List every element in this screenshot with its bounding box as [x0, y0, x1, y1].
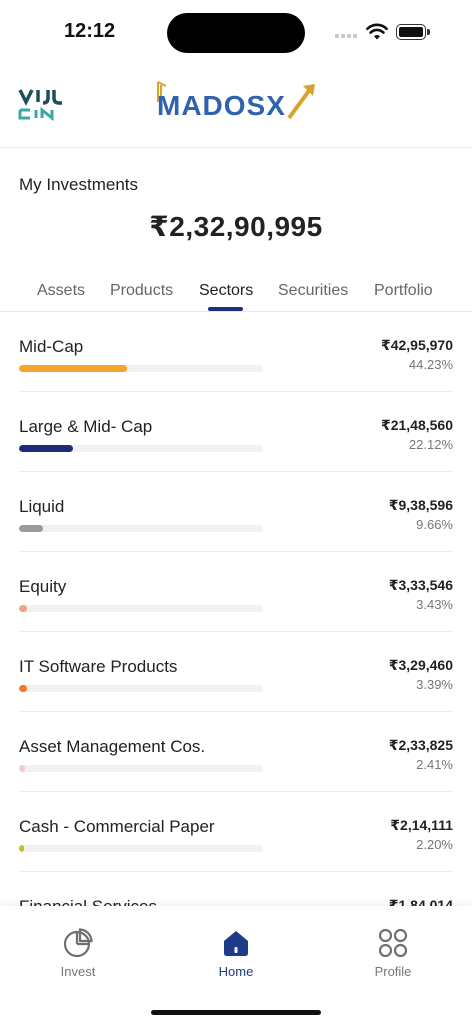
sector-name: Cash - Commercial Paper: [19, 817, 215, 836]
sector-name: Equity: [19, 577, 67, 596]
tab-assets[interactable]: Assets: [37, 282, 85, 300]
nav-profile-label: Profile: [374, 964, 412, 979]
active-tab-indicator: [208, 307, 243, 311]
home-indicator: [151, 1010, 321, 1015]
sector-percent: 2.20%: [416, 837, 453, 852]
battery-icon: [396, 24, 430, 40]
sector-bar-fill: [19, 605, 27, 612]
vijfin-logo: [18, 89, 62, 122]
sector-row[interactable]: Cash - Commercial Paper ₹2,14,111 2.20%: [19, 792, 453, 872]
sector-list: Mid-Cap ₹42,95,970 44.23% Large & Mid- C…: [0, 312, 472, 906]
sector-bar-track: [19, 765, 263, 772]
sector-bar-fill: [19, 685, 27, 692]
tab-bar: Assets Products Sectors Securities Portf…: [0, 278, 472, 312]
sector-bar-track: [19, 685, 263, 692]
brand-header: MADOSX: [0, 62, 472, 148]
wifi-icon: [366, 23, 388, 40]
sector-amount: ₹3,33,546: [388, 577, 453, 593]
sector-name: Asset Management Cos.: [19, 737, 206, 756]
tab-securities[interactable]: Securities: [278, 282, 348, 300]
sector-row[interactable]: Large & Mid- Cap ₹21,48,560 22.12%: [19, 392, 453, 472]
sector-row[interactable]: Asset Management Cos. ₹2,33,825 2.41%: [19, 712, 453, 792]
sector-amount: ₹21,48,560: [380, 417, 453, 433]
tab-sectors[interactable]: Sectors: [199, 282, 253, 300]
sector-bar-fill: [19, 525, 43, 532]
sector-row[interactable]: Financial Services ₹1,84,014: [19, 872, 453, 906]
pie-chart-icon: [63, 928, 93, 958]
sector-bar-track: [19, 365, 263, 372]
sector-amount: ₹3,29,460: [388, 657, 453, 673]
grid-circles-icon: [378, 928, 408, 958]
sector-amount: ₹2,33,825: [388, 737, 453, 753]
nav-profile[interactable]: Profile: [343, 926, 443, 986]
status-time: 12:12: [64, 20, 116, 42]
dynamic-island: [167, 13, 305, 53]
nav-home-label: Home: [218, 964, 254, 979]
status-bar: 12:12: [0, 0, 472, 62]
signal-icon: [335, 34, 359, 40]
total-investment-value: ₹2,32,90,995: [149, 211, 323, 242]
sector-bar-track: [19, 605, 263, 612]
sector-row[interactable]: Equity ₹3,33,546 3.43%: [19, 552, 453, 632]
sector-name: Large & Mid- Cap: [19, 417, 153, 436]
sector-row[interactable]: Liquid ₹9,38,596 9.66%: [19, 472, 453, 552]
madosx-logo: MADOSX: [155, 80, 320, 124]
sector-percent: 9.66%: [416, 517, 453, 532]
home-icon: [224, 931, 248, 956]
summary-label: My Investments: [19, 175, 139, 194]
sector-name: Mid-Cap: [19, 337, 84, 356]
sector-bar-track: [19, 525, 263, 532]
nav-invest-label: Invest: [60, 964, 96, 979]
sector-amount: ₹1,84,014: [388, 897, 453, 906]
sector-bar-fill: [19, 765, 25, 772]
sector-name: Liquid: [19, 497, 65, 516]
tab-products[interactable]: Products: [110, 282, 173, 300]
madosx-wordmark: MADOSX: [157, 90, 286, 121]
sector-percent: 3.43%: [416, 597, 453, 612]
sector-name: IT Software Products: [19, 657, 178, 676]
sector-bar-track: [19, 845, 263, 852]
sector-name: Financial Services: [19, 897, 157, 906]
sector-bar-track: [19, 445, 263, 452]
sector-percent: 3.39%: [416, 677, 453, 692]
sector-percent: 22.12%: [408, 437, 453, 452]
nav-invest[interactable]: Invest: [28, 926, 128, 986]
sector-bar-fill: [19, 445, 73, 452]
sector-bar-fill: [19, 365, 127, 372]
sector-percent: 2.41%: [416, 757, 453, 772]
nav-home[interactable]: Home: [186, 926, 286, 986]
sector-amount: ₹9,38,596: [388, 497, 453, 513]
sector-row[interactable]: Mid-Cap ₹42,95,970 44.23%: [19, 312, 453, 392]
bottom-nav: Invest Home Profile: [0, 906, 472, 1024]
sector-row[interactable]: IT Software Products ₹3,29,460 3.39%: [19, 632, 453, 712]
sector-bar-fill: [19, 845, 24, 852]
sector-percent: 44.23%: [408, 357, 453, 372]
sector-amount: ₹42,95,970: [380, 337, 453, 353]
madosx-arrow-icon: [287, 84, 315, 120]
tab-portfolio[interactable]: Portfolio: [374, 282, 433, 300]
sector-amount: ₹2,14,111: [390, 817, 453, 833]
